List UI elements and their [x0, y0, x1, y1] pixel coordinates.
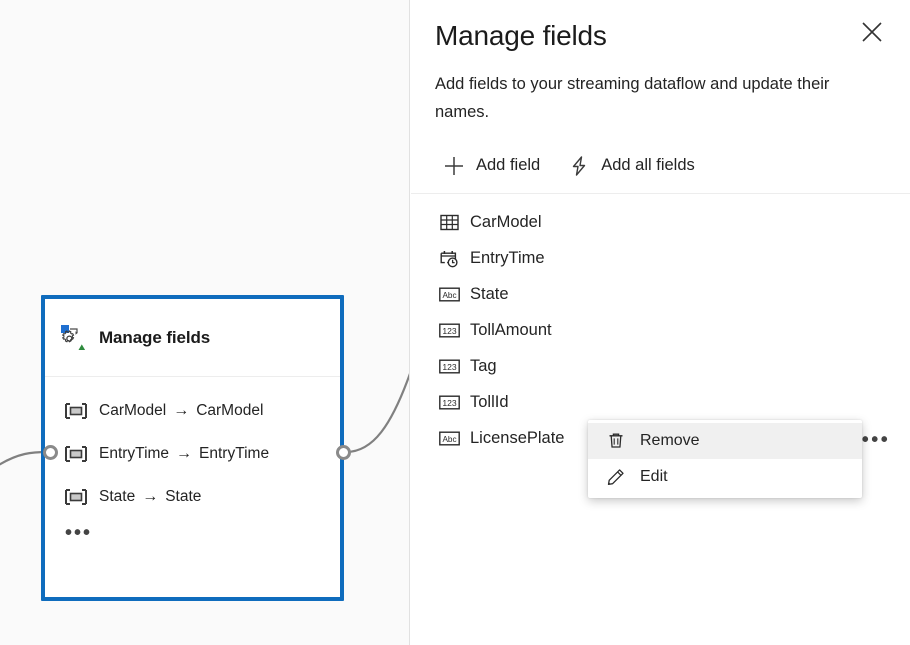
dataflow-canvas[interactable]: Manage fields CarModel → CarModel	[0, 0, 410, 645]
field-row-tollid[interactable]: 123 TollId	[411, 384, 910, 420]
field-label: CarModel	[470, 213, 542, 232]
node-more-button[interactable]: •••	[45, 528, 340, 538]
add-all-fields-label: Add all fields	[601, 156, 695, 175]
node-title: Manage fields	[99, 328, 210, 348]
context-menu-item-label: Edit	[640, 468, 668, 486]
context-menu-item-edit[interactable]: Edit	[588, 459, 862, 495]
context-menu-item-label: Remove	[640, 432, 700, 450]
field-label: EntryTime	[470, 249, 545, 268]
mapping-source: State	[99, 488, 135, 506]
node-mapping-row[interactable]: EntryTime → EntryTime	[45, 432, 340, 475]
add-icon	[443, 155, 465, 177]
panel-title: Manage fields	[435, 18, 886, 54]
add-field-button[interactable]: Add field	[435, 147, 548, 185]
field-row-state[interactable]: Abc State	[411, 276, 910, 312]
svg-text:Abc: Abc	[442, 435, 456, 444]
trash-icon	[606, 431, 626, 451]
input-connector[interactable]	[43, 445, 58, 460]
node-header: Manage fields	[45, 299, 340, 377]
field-row-tag[interactable]: 123 Tag	[411, 348, 910, 384]
svg-text:Abc: Abc	[442, 291, 456, 300]
pencil-icon	[606, 467, 626, 487]
edge-outgoing	[346, 362, 410, 452]
field-icon	[65, 403, 87, 419]
mapping-target: State	[165, 488, 201, 506]
lightning-icon	[568, 155, 590, 177]
abc-icon: Abc	[439, 428, 460, 449]
mapping-target: EntryTime	[199, 445, 269, 463]
table-icon	[439, 212, 460, 233]
panel-header: Manage fields	[411, 0, 910, 54]
node-mapping-row[interactable]: State → State	[45, 475, 340, 518]
node-body: CarModel → CarModel EntryTime → EntryT	[45, 377, 340, 538]
manage-fields-node-icon	[61, 325, 87, 351]
app-root: Manage fields CarModel → CarModel	[0, 0, 910, 645]
add-field-label: Add field	[476, 156, 540, 175]
field-icon	[65, 489, 87, 505]
mapping-arrow-icon: →	[176, 445, 192, 463]
node-mapping-row[interactable]: CarModel → CarModel	[45, 389, 340, 432]
calendar-clock-icon	[439, 248, 460, 269]
close-button[interactable]	[852, 12, 892, 52]
field-row-carmodel[interactable]: CarModel	[411, 204, 910, 240]
svg-text:123: 123	[442, 326, 457, 336]
field-row-entrytime[interactable]: EntryTime	[411, 240, 910, 276]
field-list: CarModel EntryTime	[411, 194, 910, 456]
panel-description: Add fields to your streaming dataflow an…	[411, 54, 881, 126]
mapping-arrow-icon: →	[142, 488, 158, 506]
mapping-arrow-icon: →	[173, 402, 189, 420]
field-context-menu: Remove Edit	[588, 420, 862, 498]
add-all-fields-button[interactable]: Add all fields	[560, 147, 703, 185]
123-icon: 123	[439, 356, 460, 377]
field-label: Tag	[470, 357, 497, 376]
mapping-source: CarModel	[99, 402, 166, 420]
panel-toolbar: Add field Add all fields	[411, 138, 910, 194]
context-menu-item-remove[interactable]: Remove	[588, 423, 862, 459]
field-label: LicensePlate	[470, 429, 564, 448]
field-label: TollAmount	[470, 321, 552, 340]
field-row-more-button[interactable]: •••	[860, 428, 892, 452]
svg-text:123: 123	[442, 398, 457, 408]
field-row-tollamount[interactable]: 123 TollAmount	[411, 312, 910, 348]
field-label: TollId	[470, 393, 509, 412]
manage-fields-panel: Manage fields Add fields to your streami…	[411, 0, 910, 645]
manage-fields-node[interactable]: Manage fields CarModel → CarModel	[41, 295, 344, 601]
abc-icon: Abc	[439, 284, 460, 305]
123-icon: 123	[439, 320, 460, 341]
field-icon	[65, 446, 87, 462]
123-icon: 123	[439, 392, 460, 413]
close-icon	[861, 21, 883, 43]
mapping-target: CarModel	[196, 402, 263, 420]
output-connector[interactable]	[336, 445, 351, 460]
field-label: State	[470, 285, 509, 304]
svg-text:123: 123	[442, 362, 457, 372]
mapping-source: EntryTime	[99, 445, 169, 463]
